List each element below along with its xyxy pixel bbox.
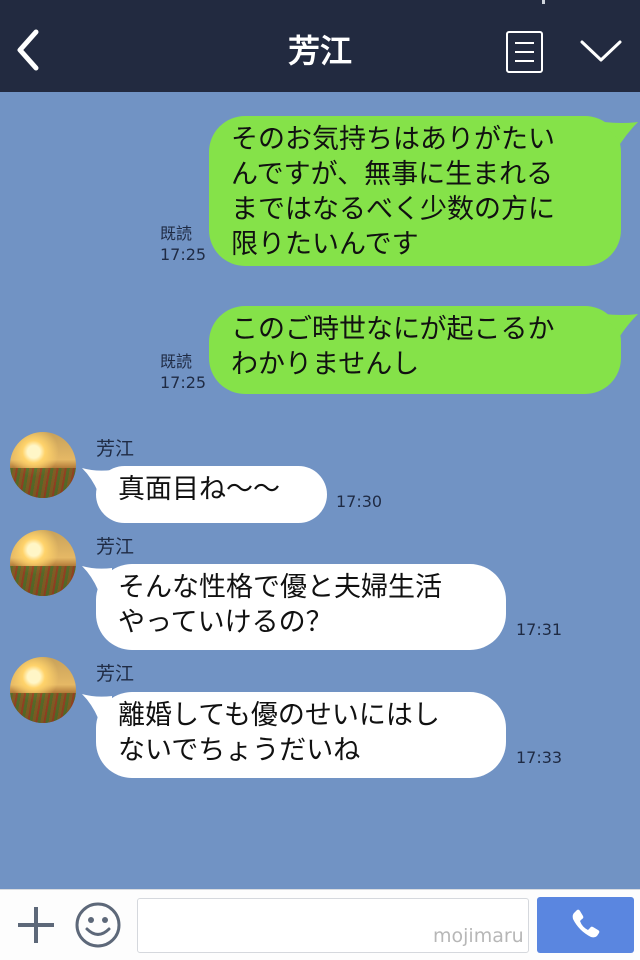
bubble-tail — [604, 314, 638, 336]
message-line: このご時世なにが起こるか — [231, 314, 555, 345]
read-receipt: 既読 17:25 — [160, 351, 206, 393]
add-button[interactable] — [16, 905, 56, 945]
incoming-message[interactable]: 真面目ね〜〜 — [96, 466, 327, 523]
chat-title: 芳江 — [287, 32, 352, 70]
outgoing-message[interactable]: そのお気持ちはありがたい んですが、無事に生まれる まではなるべく少数の方に 限… — [209, 116, 621, 266]
status-mark — [542, 0, 545, 4]
sticker-button[interactable] — [74, 901, 122, 949]
outgoing-message[interactable]: このご時世なにが起こるか わかりませんし — [209, 306, 621, 394]
sender-name: 芳江 — [96, 438, 135, 460]
read-receipt: 既読 17:25 — [160, 223, 206, 265]
incoming-message[interactable]: 離婚しても優のせいにはし ないでちょうだいね — [96, 692, 506, 778]
message-time: 17:30 — [336, 492, 383, 511]
avatar[interactable] — [10, 530, 76, 596]
avatar[interactable] — [10, 432, 76, 498]
message-time: 17:31 — [516, 620, 563, 639]
sender-name: 芳江 — [96, 536, 135, 558]
read-label: 既読 — [160, 224, 193, 243]
phone-icon — [572, 909, 600, 938]
input-bar: mojimaru — [0, 889, 640, 960]
avatar[interactable] — [10, 657, 76, 723]
message-line: わかりませんし — [231, 349, 420, 380]
plus-icon — [18, 907, 54, 943]
read-label: 既読 — [160, 352, 193, 371]
menu-button[interactable] — [506, 31, 543, 73]
message-line: んですが、無事に生まれる — [231, 159, 554, 190]
smiley-icon — [75, 902, 121, 948]
watermark: mojimaru — [433, 925, 524, 947]
message-line: 限りたいんです — [231, 229, 419, 260]
message-time: 17:25 — [160, 373, 207, 392]
bubble-tail — [604, 122, 638, 144]
message-line: ないでちょうだいね — [118, 735, 361, 766]
sender-name: 芳江 — [96, 663, 135, 685]
message-time: 17:25 — [160, 245, 207, 264]
chat-header: 芳江 — [0, 0, 640, 92]
expand-button[interactable] — [578, 34, 624, 74]
message-line: 真面目ね〜〜 — [118, 474, 280, 505]
incoming-message[interactable]: そんな性格で優と夫婦生活 やっていけるの？ — [96, 564, 506, 650]
call-button[interactable] — [537, 897, 634, 953]
chevron-down-icon — [580, 40, 622, 62]
message-time: 17:33 — [516, 748, 563, 767]
message-line: そのお気持ちはありがたい — [231, 124, 555, 155]
message-line: まではなるべく少数の方に — [231, 194, 555, 225]
message-line: そんな性格で優と夫婦生活 — [118, 572, 442, 603]
message-line: 離婚しても優のせいにはし — [118, 700, 440, 731]
message-line: やっていけるの？ — [118, 607, 333, 638]
